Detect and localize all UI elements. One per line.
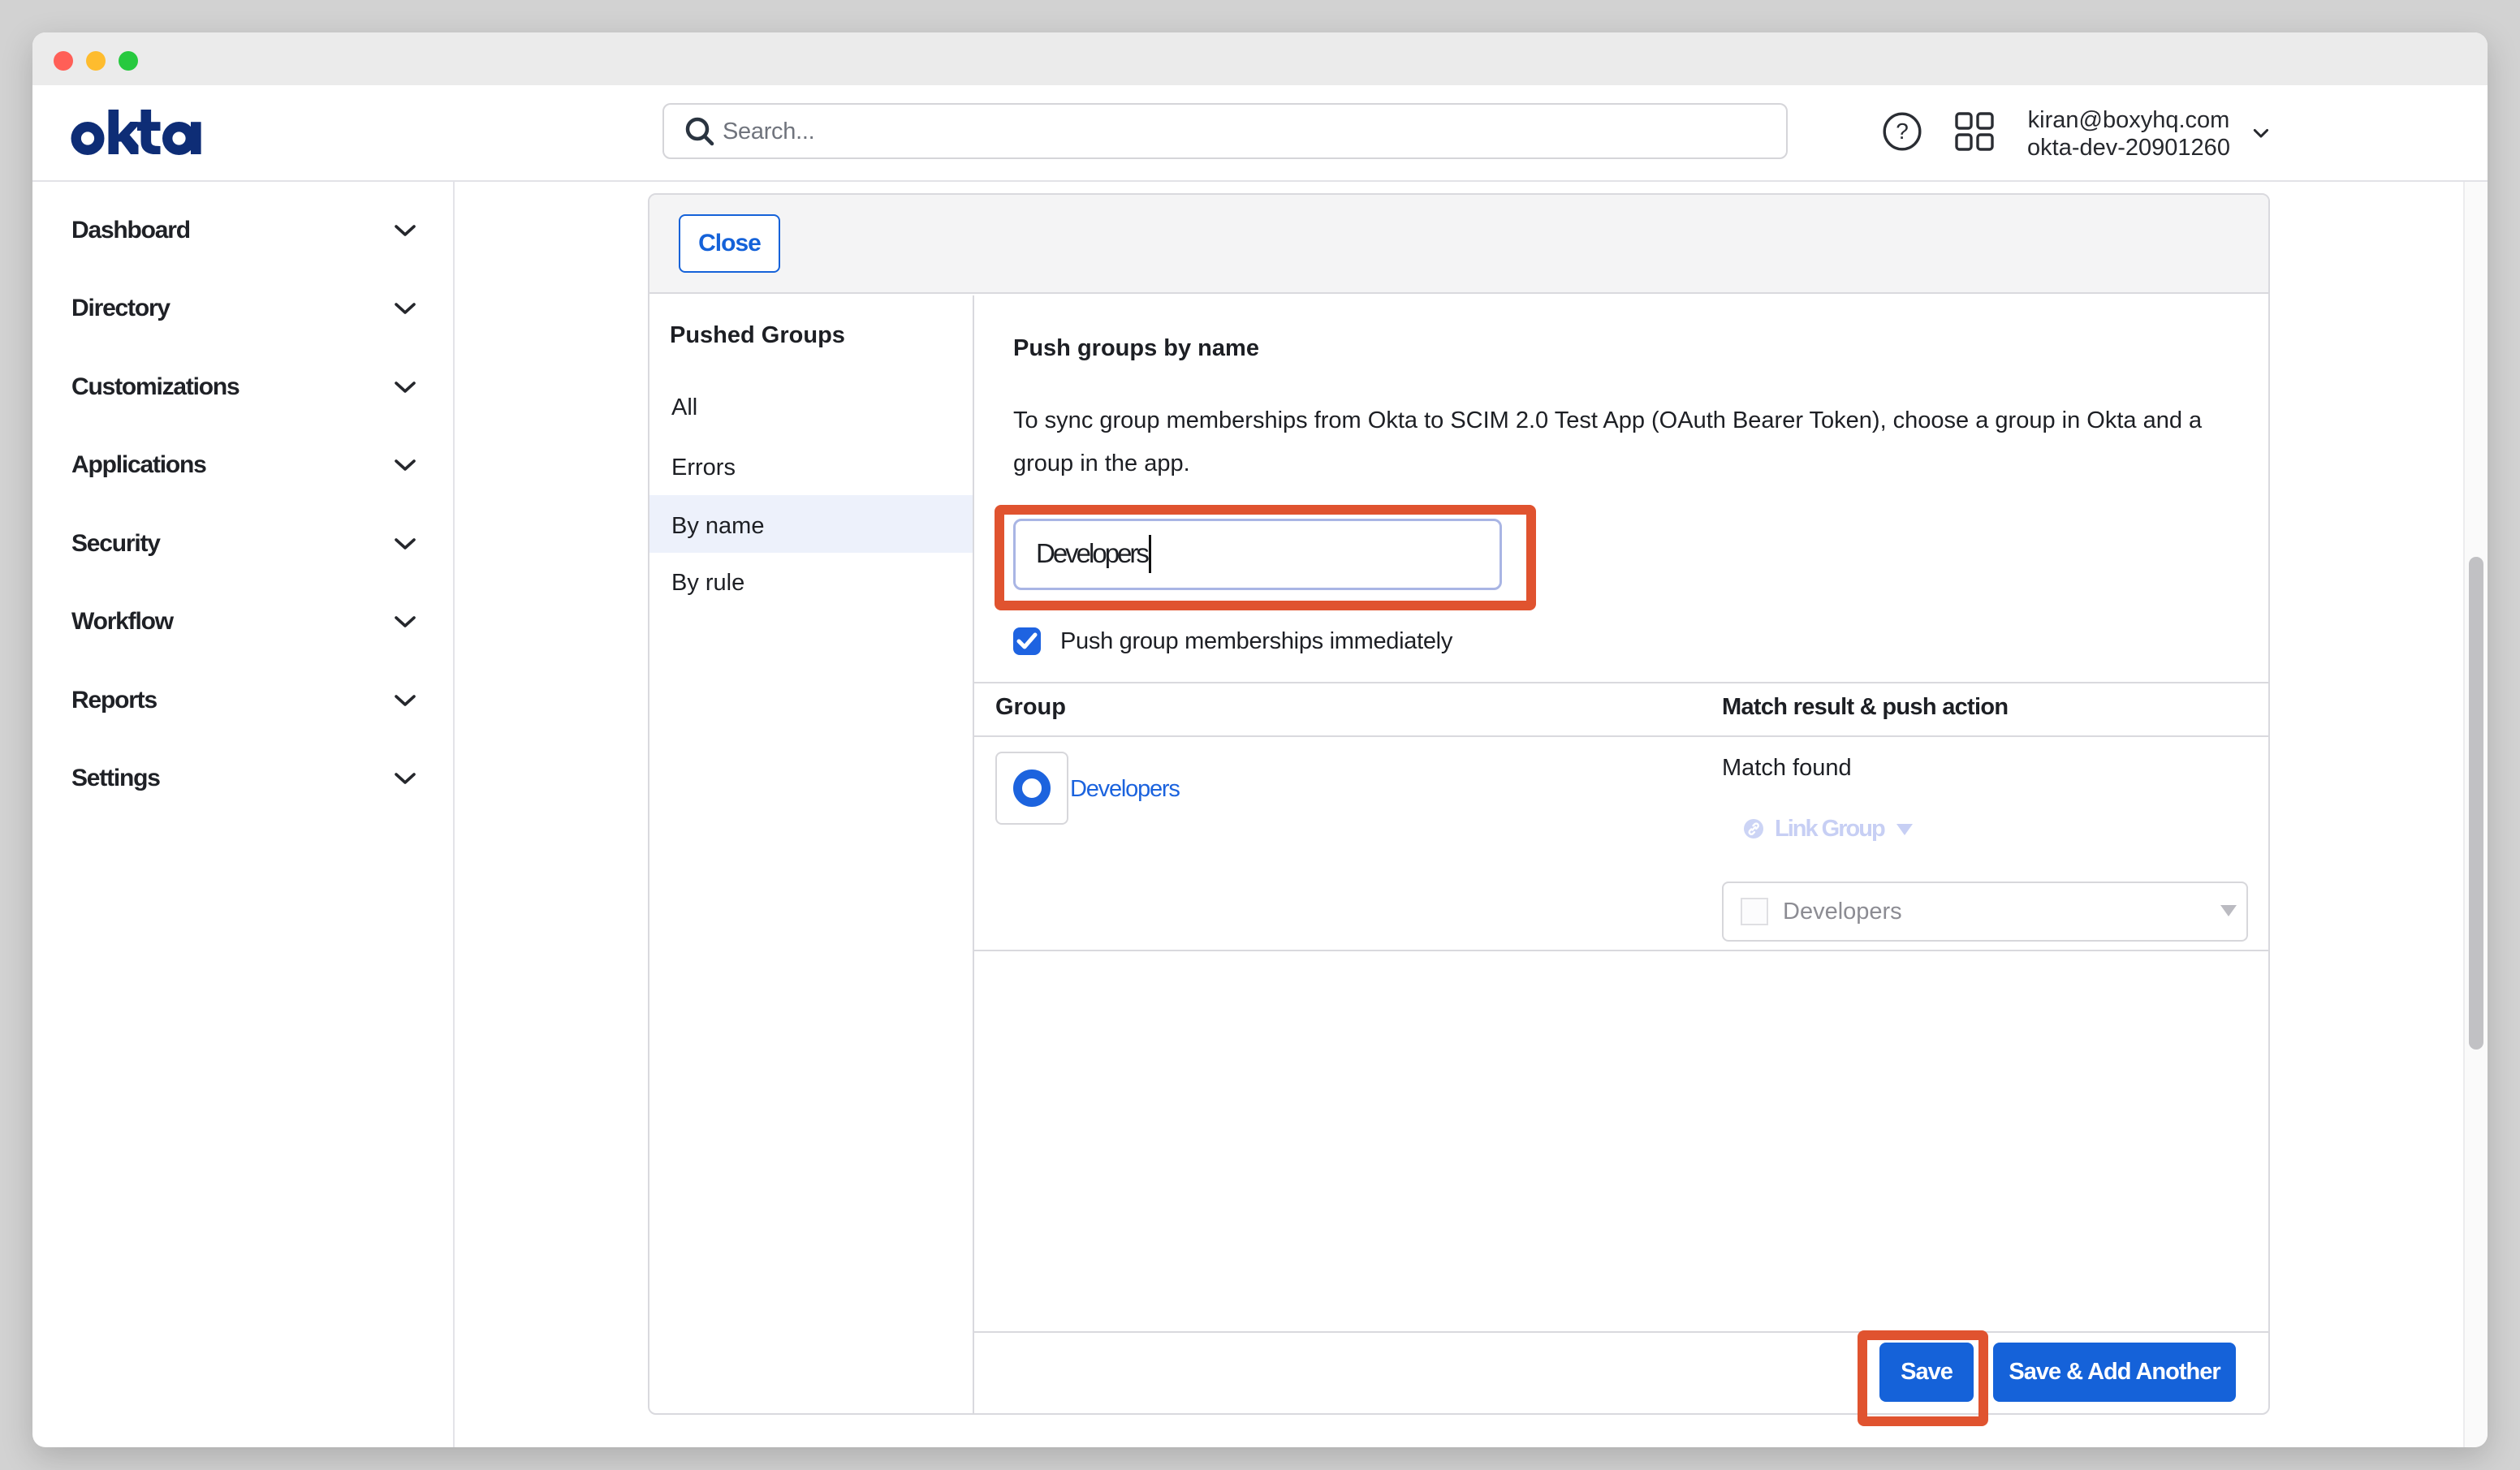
svg-text:?: ? (1896, 119, 1909, 144)
